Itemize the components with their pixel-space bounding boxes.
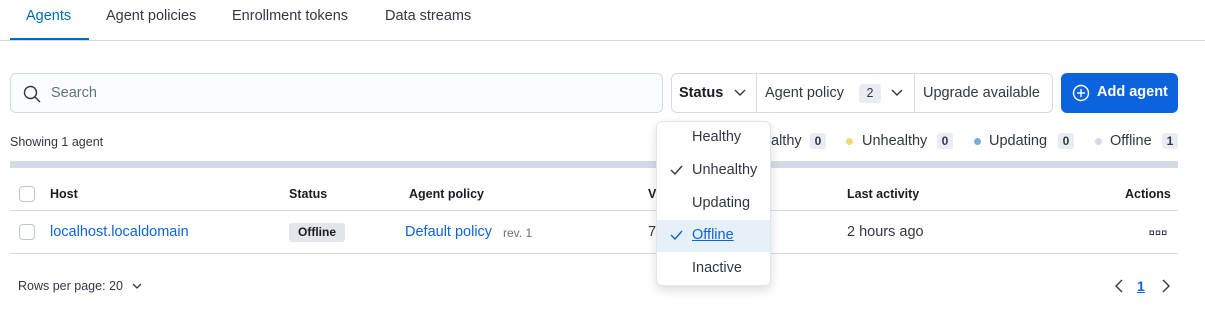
status-option-unhealthy[interactable]: Unhealthy — [657, 155, 770, 187]
chevron-down-icon — [891, 89, 903, 96]
status-summary-healthy: althy — [771, 133, 802, 149]
status-option-inactive[interactable]: Inactive — [657, 253, 770, 285]
status-filter-label: Status — [679, 85, 724, 101]
column-header-actions: Actions — [1125, 187, 1171, 201]
agent-policy-count-badge: 2 — [859, 84, 881, 103]
status-summary-unhealthy: Unhealthy — [862, 133, 928, 149]
status-distribution-bar — [10, 161, 1178, 168]
host-link[interactable]: localhost.localdomain — [50, 224, 189, 240]
offline-status-dot — [1095, 138, 1102, 145]
column-header-last-activity[interactable]: Last activity — [847, 187, 919, 201]
row-divider — [10, 253, 1178, 254]
status-option-label: Unhealthy — [692, 162, 758, 178]
tab-bar: Agents Agent policies Enrollment tokens … — [0, 0, 1205, 41]
filter-group: Status Agent policy 2 Upgrade available — [671, 73, 1053, 113]
column-header-agent-policy: Agent policy — [409, 187, 485, 201]
search-input[interactable] — [51, 74, 651, 112]
upgrade-available-label: Upgrade available — [923, 85, 1040, 101]
updating-status-dot — [974, 138, 981, 145]
check-icon — [670, 165, 683, 175]
agent-policy-filter-label: Agent policy — [765, 85, 844, 101]
showing-count: Showing 1 agent — [10, 135, 104, 149]
unhealthy-status-dot — [846, 138, 853, 145]
row-actions-icon[interactable] — [1149, 230, 1167, 236]
status-summary-updating: Updating — [989, 133, 1048, 149]
policy-revision: rev. 1 — [503, 226, 533, 240]
unhealthy-count-badge: 0 — [937, 133, 953, 149]
page-number[interactable]: 1 — [1137, 278, 1145, 294]
status-option-label: Inactive — [692, 260, 742, 276]
row-checkbox[interactable] — [19, 224, 35, 240]
status-filter-popover: Healthy Unhealthy Updating Offline Inact… — [656, 121, 771, 286]
check-icon — [670, 230, 683, 240]
tab-agent-policies[interactable]: Agent policies — [106, 8, 196, 24]
search-icon — [23, 85, 41, 103]
agent-policy-filter-button[interactable]: Agent policy 2 — [757, 74, 914, 112]
chevron-down-icon — [734, 89, 746, 96]
add-agent-label: Add agent — [1097, 84, 1168, 100]
rows-per-page-button[interactable]: Rows per page: 20 — [18, 279, 142, 293]
status-option-offline[interactable]: Offline — [657, 220, 770, 252]
version-cell: 7 — [648, 224, 657, 240]
active-tab-indicator — [10, 38, 89, 40]
plus-in-circle-icon — [1072, 84, 1090, 102]
last-activity-cell: 2 hours ago — [847, 224, 924, 240]
status-summary-offline: Offline — [1110, 133, 1152, 149]
chevron-left-icon[interactable] — [1114, 279, 1124, 293]
tab-agents[interactable]: Agents — [26, 8, 71, 24]
add-agent-button[interactable]: Add agent — [1061, 73, 1178, 113]
chevron-down-icon — [132, 283, 142, 289]
upgrade-available-button[interactable]: Upgrade available — [915, 74, 1052, 112]
column-header-status: Status — [289, 187, 328, 201]
offline-count-badge: 1 — [1162, 133, 1178, 149]
select-all-checkbox[interactable] — [19, 186, 35, 202]
tab-enrollment-tokens[interactable]: Enrollment tokens — [232, 8, 348, 24]
status-option-label: Healthy — [692, 129, 742, 145]
header-divider — [10, 210, 1178, 211]
status-option-updating[interactable]: Updating — [657, 188, 770, 220]
healthy-count-badge: 0 — [810, 133, 826, 149]
status-option-label: Offline — [692, 227, 734, 243]
search-box — [10, 73, 663, 113]
chevron-right-icon[interactable] — [1161, 279, 1171, 293]
status-filter-button[interactable]: Status — [672, 74, 756, 112]
agent-policy-link[interactable]: Default policy — [405, 224, 492, 240]
column-header-host[interactable]: Host — [50, 187, 78, 201]
status-option-healthy[interactable]: Healthy — [657, 122, 770, 154]
updating-count-badge: 0 — [1058, 133, 1074, 149]
rows-per-page-label: Rows per page: 20 — [18, 279, 123, 293]
status-badge: Offline — [289, 223, 345, 242]
tab-data-streams[interactable]: Data streams — [385, 8, 471, 24]
status-option-label: Updating — [692, 195, 751, 211]
